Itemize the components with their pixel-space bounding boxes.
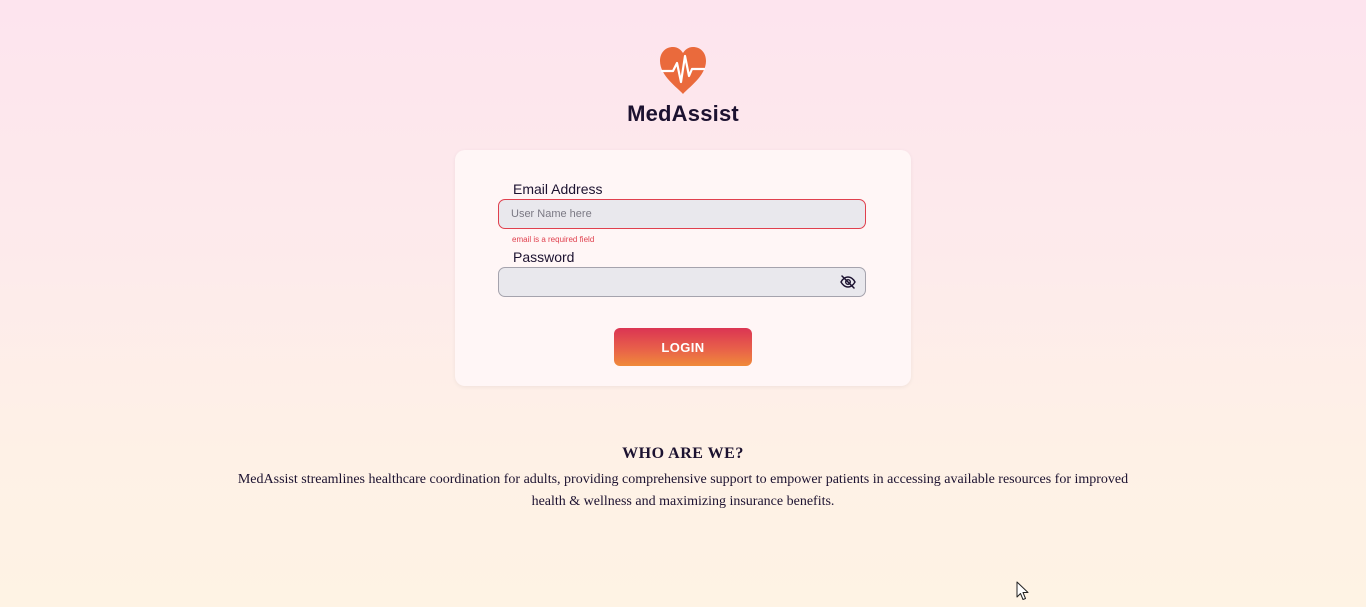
password-field-container — [498, 267, 866, 297]
about-heading: WHO ARE WE? — [622, 445, 744, 462]
eye-slash-icon[interactable] — [840, 275, 856, 289]
password-field[interactable] — [511, 268, 831, 296]
login-card: Email Address email is a required field … — [455, 150, 911, 386]
email-label: Email Address — [513, 181, 603, 197]
password-label: Password — [513, 249, 575, 265]
about-section: WHO ARE WE? MedAssist streamlines health… — [0, 445, 1366, 513]
login-button[interactable]: LOGIN — [614, 328, 752, 366]
email-field-container — [498, 199, 866, 229]
email-field[interactable] — [511, 200, 831, 228]
about-text: MedAssist streamlines healthcare coordin… — [237, 472, 1129, 509]
email-error-message: email is a required field — [512, 235, 595, 244]
brand-header: MedAssist — [0, 44, 1366, 127]
mouse-cursor-icon — [1016, 581, 1029, 601]
heart-pulse-icon — [656, 44, 710, 96]
brand-name: MedAssist — [627, 101, 739, 126]
